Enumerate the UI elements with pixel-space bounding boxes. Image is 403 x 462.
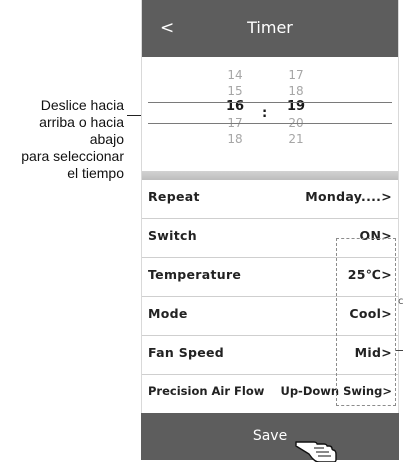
setting-label: Repeat <box>148 189 200 204</box>
hand-pointer-icon <box>295 441 337 462</box>
phone-screen: < Timer 14 15 16 17 18 : 17 18 19 20 21 … <box>141 0 399 460</box>
settings-list: Repeat Monday....> Switch ON> Temperatur… <box>142 180 398 414</box>
annotation-note: Deslice hacia arriba o hacia abajo para … <box>4 97 124 182</box>
minute-option[interactable]: 17 <box>276 67 316 83</box>
setting-value[interactable]: Mid> <box>355 345 392 360</box>
setting-label: Precision Air Flow <box>148 384 265 398</box>
callout-mark: c <box>398 296 403 307</box>
hour-option[interactable]: 15 <box>215 83 255 99</box>
setting-value[interactable]: ON> <box>360 228 392 243</box>
setting-row-switch[interactable]: Switch ON> <box>142 219 398 258</box>
picker-highlight-bottom <box>148 123 392 124</box>
setting-label: Temperature <box>148 267 242 282</box>
top-bar: < Timer <box>142 0 398 57</box>
setting-label: Mode <box>148 306 188 321</box>
setting-value[interactable]: Up-Down Swing> <box>280 384 392 398</box>
setting-row-repeat[interactable]: Repeat Monday....> <box>142 180 398 219</box>
setting-row-mode[interactable]: Mode Cool> <box>142 297 398 336</box>
time-separator: : <box>262 106 268 121</box>
setting-value[interactable]: Cool> <box>349 306 392 321</box>
setting-row-air-flow[interactable]: Precision Air Flow Up-Down Swing> <box>142 375 398 414</box>
section-divider <box>142 171 398 180</box>
setting-label: Switch <box>148 228 197 243</box>
setting-label: Fan Speed <box>148 345 225 360</box>
picker-highlight-top <box>148 102 392 103</box>
minute-wheel[interactable]: 17 18 19 20 21 <box>276 67 316 147</box>
hour-option[interactable]: 14 <box>215 67 255 83</box>
annotation-line-4: para seleccionar <box>21 148 124 164</box>
callout-line <box>396 350 403 351</box>
setting-row-temperature[interactable]: Temperature 25℃> <box>142 258 398 297</box>
hour-option[interactable]: 18 <box>215 131 255 147</box>
setting-row-fan-speed[interactable]: Fan Speed Mid> <box>142 336 398 375</box>
bottom-bar: Save <box>141 413 399 460</box>
annotation-line-2: arriba o hacia <box>39 114 124 130</box>
annotation-line-3: abajo <box>89 131 124 147</box>
minute-option[interactable]: 18 <box>276 83 316 99</box>
hour-wheel[interactable]: 14 15 16 17 18 <box>215 67 255 147</box>
save-button[interactable]: Save <box>141 428 399 444</box>
annotation-line-5: el tiempo <box>67 165 124 181</box>
time-picker[interactable]: 14 15 16 17 18 : 17 18 19 20 21 <box>142 57 398 171</box>
setting-value[interactable]: 25℃> <box>348 267 392 282</box>
page-title: Timer <box>247 18 293 37</box>
minute-option[interactable]: 21 <box>276 131 316 147</box>
setting-value[interactable]: Monday....> <box>305 189 392 204</box>
annotation-line-1: Deslice hacia <box>40 97 124 113</box>
